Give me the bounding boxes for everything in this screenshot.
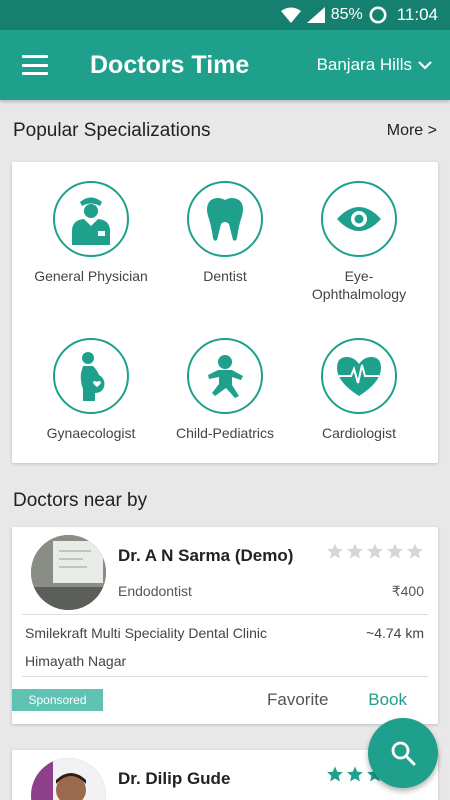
status-bar: 85% 11:04	[0, 0, 450, 30]
specialization-child-pediatrics[interactable]: Child-Pediatrics	[154, 338, 296, 442]
specialization-label: Child-Pediatrics	[175, 425, 275, 441]
specialization-general-physician[interactable]: General Physician	[20, 181, 162, 285]
doctor-name: Dr. Dilip Gude	[118, 769, 231, 788]
distance: ~4.74 km	[366, 625, 424, 641]
specializations-header: Popular Specializations More >	[0, 120, 450, 142]
baby-icon	[187, 338, 263, 414]
specialization-gynaecologist[interactable]: Gynaecologist	[20, 338, 162, 442]
doctors-header: Doctors near by	[0, 490, 450, 512]
doctor-name: Dr. A N Sarma (Demo)	[118, 546, 294, 565]
search-fab[interactable]	[368, 718, 438, 788]
tooth-icon	[187, 181, 263, 257]
search-icon	[391, 741, 416, 766]
star-icon	[327, 766, 343, 782]
consultation-fee: ₹400	[391, 583, 424, 599]
book-button[interactable]: Book	[368, 690, 407, 710]
clock: 11:04	[396, 5, 438, 24]
doctor-card[interactable]: Dr. A N Sarma (Demo) Endodontist ₹400 Sm…	[12, 527, 438, 724]
section-title: Doctors near by	[13, 490, 148, 511]
specialization-label: Dentist	[203, 268, 247, 284]
star-icon	[347, 543, 363, 559]
pregnant-woman-icon	[53, 338, 129, 414]
battery-percent: 85%	[330, 6, 363, 23]
specialization-eye-ophthalmology[interactable]: Eye- Ophthalmology	[288, 181, 430, 303]
star-icon	[347, 766, 363, 782]
specialization-label: Eye- Ophthalmology	[311, 268, 407, 302]
sponsored-badge: Sponsored	[12, 689, 103, 711]
specialization-label: Gynaecologist	[46, 425, 136, 441]
chevron-down-icon	[418, 55, 432, 75]
app-title: Doctors Time	[90, 50, 250, 79]
app-bar: Doctors Time Banjara Hills	[0, 30, 450, 100]
divider	[22, 676, 428, 677]
doctor-specialty: Endodontist	[118, 583, 192, 599]
section-title: Popular Specializations	[13, 120, 211, 141]
avatar	[31, 758, 106, 800]
specialization-label: Cardiologist	[322, 425, 396, 441]
battery-icon	[369, 6, 387, 24]
divider	[22, 614, 428, 615]
heart-pulse-icon	[321, 338, 397, 414]
star-icon	[387, 543, 403, 559]
star-icon	[407, 543, 423, 559]
star-icon	[327, 543, 343, 559]
menu-icon[interactable]	[22, 55, 48, 75]
more-link[interactable]: More >	[387, 122, 437, 140]
avatar	[31, 535, 106, 610]
specialization-label: General Physician	[34, 268, 148, 284]
specializations-card: General Physician Dentist Eye- Ophthalmo…	[12, 162, 438, 463]
rating-stars	[326, 542, 424, 560]
specialization-dentist[interactable]: Dentist	[154, 181, 296, 285]
clinic-area: Himayath Nagar	[25, 653, 127, 669]
signal-icon	[306, 7, 325, 23]
location-label: Banjara Hills	[316, 55, 412, 74]
favorite-button[interactable]: Favorite	[267, 690, 328, 710]
star-icon	[367, 543, 383, 559]
specialization-cardiologist[interactable]: Cardiologist	[288, 338, 430, 442]
clinic-name: Smilekraft Multi Speciality Dental Clini…	[25, 625, 267, 641]
location-selector[interactable]: Banjara Hills	[317, 55, 432, 75]
wifi-icon	[280, 7, 301, 23]
eye-icon	[321, 181, 397, 257]
doctor-icon	[53, 181, 129, 257]
